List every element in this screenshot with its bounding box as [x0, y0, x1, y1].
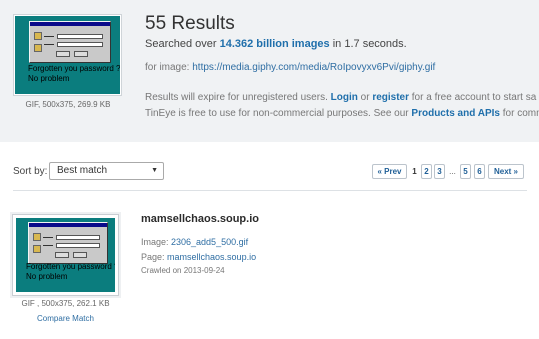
expiry-notice: Results will expire for unregistered use… [145, 92, 536, 103]
sort-label: Sort by: [13, 166, 48, 177]
search-stats-prefix: Searched over [145, 38, 220, 50]
free-use-text: TinEye is free to use for non-commercial… [145, 108, 412, 119]
query-image-meta: GIF, 500x375, 269.9 KB [25, 100, 111, 109]
login-link[interactable]: Login [331, 92, 358, 103]
result-domain: mamsellchaos.soup.io [141, 213, 259, 225]
results-count: 55 Results [145, 13, 235, 34]
page-button-5[interactable]: 5 [460, 164, 471, 179]
result-image-label: Image: [141, 237, 172, 247]
page-ellipsis: ... [447, 164, 458, 179]
expiry-tail-text: for a free account to start sa [409, 92, 537, 103]
free-use-notice: TinEye is free to use for non-commercial… [145, 108, 539, 119]
result-gif: Forgotten you password ? No problem [16, 218, 115, 292]
gif-caption-line2: No problem [26, 272, 68, 281]
compare-match-link[interactable]: Compare Match [0, 314, 131, 323]
query-image-thumbnail[interactable]: Forgotten you password ? No problem [13, 14, 122, 96]
sort-selected-value: Best match [57, 165, 108, 176]
result-image-thumbnail[interactable]: Forgotten you password ? No problem [12, 214, 119, 296]
page-button-1: 1 [409, 164, 420, 179]
prev-page-button[interactable]: « Prev [372, 164, 407, 179]
or-text: or [357, 92, 373, 103]
query-image-source: for image: https://media.giphy.com/media… [145, 62, 435, 73]
query-gif: Forgotten you password ? No problem [15, 16, 120, 94]
query-image-url-link[interactable]: https://media.giphy.com/media/RoIpovyxv6… [192, 62, 435, 73]
chevron-down-icon: ▼ [151, 167, 158, 174]
indexed-image-count: 14.362 billion images [219, 38, 330, 50]
for-image-label: for image: [145, 62, 193, 73]
login-dialog-graphic [28, 222, 108, 264]
result-page-label: Page: [141, 252, 168, 262]
free-use-tail-text: for comm [502, 108, 539, 119]
result-page-line: Page: mamsellchaos.soup.io [141, 252, 256, 262]
gif-caption-line1: Forgotten you password ? [26, 262, 115, 271]
crawl-date: Crawled on 2013-09-24 [141, 266, 225, 275]
next-page-button[interactable]: Next » [488, 164, 524, 179]
result-page-link[interactable]: mamsellchaos.soup.io [167, 252, 256, 262]
result-image-file-link[interactable]: 2306_add5_500.gif [171, 237, 248, 247]
page-button-6[interactable]: 6 [474, 164, 485, 179]
result-image-line: Image: 2306_add5_500.gif [141, 237, 248, 247]
results-divider [13, 190, 527, 191]
search-stats-suffix: in 1.7 seconds. [329, 38, 407, 50]
login-dialog-graphic [29, 21, 111, 63]
search-stats: Searched over 14.362 billion images in 1… [145, 38, 407, 50]
page-button-2[interactable]: 2 [421, 164, 432, 179]
expiry-text: Results will expire for unregistered use… [145, 92, 331, 103]
products-apis-link[interactable]: Products and APIs [411, 108, 500, 119]
gif-caption-line2: No problem [28, 74, 70, 83]
register-link[interactable]: register [372, 92, 409, 103]
result-image-meta: GIF , 500x375, 262.1 KB [21, 299, 110, 308]
gif-caption-line1: Forgotten you password ? [28, 64, 120, 73]
page-button-3[interactable]: 3 [434, 164, 445, 179]
sort-dropdown[interactable]: Best match ▼ [49, 162, 164, 180]
